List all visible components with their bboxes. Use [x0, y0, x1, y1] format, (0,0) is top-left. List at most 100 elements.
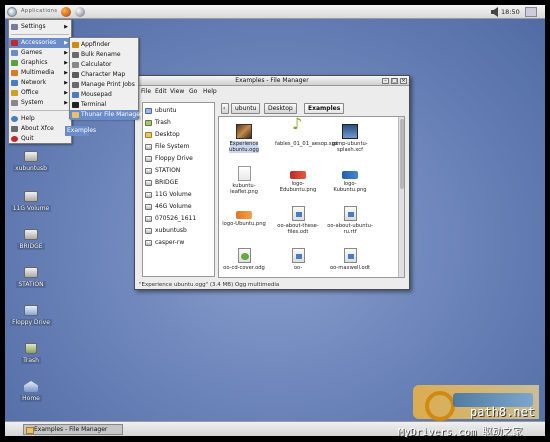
file-item[interactable]: oo-about-these-files.odt [275, 206, 321, 235]
submenu-item-manage-print-jobs[interactable]: Manage Print Jobs [70, 80, 138, 90]
drive-icon [24, 151, 38, 162]
menu-item-settings[interactable]: Settings ▶ [9, 22, 71, 32]
desktop-icon-xubuntusb[interactable]: xubuntusb [9, 151, 53, 172]
file-item[interactable]: gimp-ubuntu-splash.xcf [327, 124, 373, 153]
path-button-desktop[interactable]: Desktop [264, 103, 297, 114]
drive-icon [145, 216, 152, 222]
path-button-ubuntu[interactable]: ubuntu [231, 103, 261, 114]
menu-go[interactable]: Go [189, 88, 197, 95]
sidebar-item-casper-rw[interactable]: casper-rw [143, 237, 214, 248]
tray-icon[interactable] [525, 7, 537, 17]
menu-item-office[interactable]: Office ▶ [9, 88, 71, 98]
submenu-arrow-icon: ▶ [64, 40, 68, 46]
sidebar-item-label: File System [155, 143, 190, 150]
submenu-item-bulk-rename[interactable]: Bulk Rename [70, 50, 138, 60]
menu-item-network[interactable]: Network ▶ [9, 78, 71, 88]
taskbar-button-file-manager[interactable]: Examples - File Manager [23, 424, 123, 435]
sidebar-item-station[interactable]: STATION [143, 165, 214, 176]
menu-item-multimedia[interactable]: Multimedia ▶ [9, 68, 71, 78]
firefox-icon[interactable] [61, 7, 71, 17]
sidebar-item-label: xubuntusb [155, 227, 187, 234]
image-file-icon [236, 211, 252, 219]
sidebar-item-label: Desktop [155, 131, 180, 138]
submenu-item-appfinder[interactable]: Appfinder [70, 40, 138, 50]
top-panel: Applications 18:50 [5, 5, 545, 19]
submenu-item-terminal[interactable]: Terminal [70, 100, 138, 110]
drive-icon [145, 228, 152, 234]
drive-icon [24, 267, 38, 278]
window-titlebar[interactable]: Examples - File Manager – □ × [135, 76, 409, 86]
drive-icon [145, 180, 152, 186]
file-item[interactable]: oo-cd-cover.odg [221, 248, 267, 271]
minimize-button[interactable]: – [382, 78, 389, 84]
menu-item-about-xfce[interactable]: About Xfce [9, 124, 71, 134]
sidebar-item-floppy-drive[interactable]: Floppy Drive [143, 153, 214, 164]
path-back-arrow-icon[interactable]: ‹ [221, 103, 229, 114]
sidebar-item-desktop[interactable]: Desktop [143, 129, 214, 140]
submenu-arrow-icon: ▶ [64, 100, 68, 106]
submenu-arrow-icon: ▶ [64, 24, 68, 30]
desktop-icon-11g-volume[interactable]: 11G Volume [9, 191, 53, 212]
menu-item-label: Office [21, 89, 39, 96]
desktop-icon-floppy-drive[interactable]: Floppy Drive [9, 305, 53, 326]
sidebar-item-trash[interactable]: Trash [143, 117, 214, 128]
menu-file[interactable]: File [141, 88, 151, 95]
sidebar: ubuntu Trash Desktop File System Floppy … [142, 102, 215, 277]
clock[interactable]: 18:50 [501, 8, 520, 16]
menu-edit[interactable]: Edit [155, 88, 167, 95]
desktop-icon-station[interactable]: STATION [9, 267, 53, 288]
file-item[interactable]: fables_01_01_aesop.spx [275, 121, 338, 147]
menu-separator [11, 34, 69, 35]
file-item[interactable]: kubuntu-leaflet.png [221, 166, 267, 195]
trash-icon [25, 343, 37, 354]
submenu-item-mousepad[interactable]: Mousepad [70, 90, 138, 100]
menu-item-graphics[interactable]: Graphics ▶ [9, 58, 71, 68]
menu-help[interactable]: Help [203, 88, 217, 95]
calculator-icon [72, 62, 79, 68]
sidebar-item-11g-volume[interactable]: 11G Volume [143, 189, 214, 200]
desktop-icon-home[interactable]: Home [9, 381, 53, 402]
menu-item-accessories[interactable]: Accessories ▶ [9, 38, 71, 48]
sidebar-item-xubuntusb[interactable]: xubuntusb [143, 225, 214, 236]
menu-view[interactable]: View [170, 88, 184, 95]
submenu-arrow-icon: ▶ [64, 70, 68, 76]
window-title: Examples - File Manager [235, 77, 309, 84]
document-file-icon [291, 206, 305, 221]
floppy-drive-icon [24, 305, 38, 316]
drawing-file-icon [237, 248, 251, 263]
maximize-button[interactable]: □ [391, 78, 398, 84]
sidebar-item-ubuntu[interactable]: ubuntu [143, 105, 214, 116]
file-item[interactable]: oo-about-ubuntu-ru.rtf [327, 206, 373, 235]
close-button[interactable]: × [400, 78, 407, 84]
menu-item-help[interactable]: Help [9, 114, 71, 124]
file-item[interactable]: logo-Kubuntu.png [327, 166, 373, 193]
document-file-icon [343, 248, 357, 263]
file-item[interactable]: logo-Ubuntu.png [221, 206, 267, 227]
path-button-examples[interactable]: Examples [304, 103, 345, 114]
desktop-icon-label: Home [20, 395, 42, 402]
menu-item-quit[interactable]: Quit [9, 134, 71, 144]
menu-item-games[interactable]: Games ▶ [9, 48, 71, 58]
submenu-arrow-icon: ▶ [64, 50, 68, 56]
panel-tasks-label[interactable]: Applications [21, 8, 58, 14]
desktop-icon-trash[interactable]: Trash [9, 343, 53, 364]
sidebar-item-070526-1611[interactable]: 070526_1611 [143, 213, 214, 224]
file-item[interactable]: logo-Edubuntu.png [275, 166, 321, 193]
desktop-icon-bridge[interactable]: BRIDGE [9, 229, 53, 250]
file-item[interactable]: oo-maxwell.odt [327, 248, 373, 271]
submenu-item-character-map[interactable]: Character Map [70, 70, 138, 80]
submenu-item-calculator[interactable]: Calculator [70, 60, 138, 70]
volume-icon[interactable] [491, 7, 498, 17]
menu-item-system[interactable]: System ▶ [9, 98, 71, 108]
sidebar-item-bridge[interactable]: BRIDGE [143, 177, 214, 188]
sidebar-item-file-system[interactable]: File System [143, 141, 214, 152]
scrollbar-thumb[interactable] [400, 119, 404, 189]
sidebar-item-46g-volume[interactable]: 46G Volume [143, 201, 214, 212]
file-item[interactable]: Experience ubuntu.ogg [221, 124, 267, 153]
folder-icon [145, 132, 152, 138]
launcher-icon[interactable] [75, 7, 85, 17]
file-item[interactable]: oo- [275, 248, 321, 271]
scrollbar[interactable] [398, 117, 404, 277]
applications-menu-icon[interactable] [7, 7, 17, 17]
submenu-item-thunar-file-manager[interactable]: Thunar File Manager [70, 110, 142, 120]
